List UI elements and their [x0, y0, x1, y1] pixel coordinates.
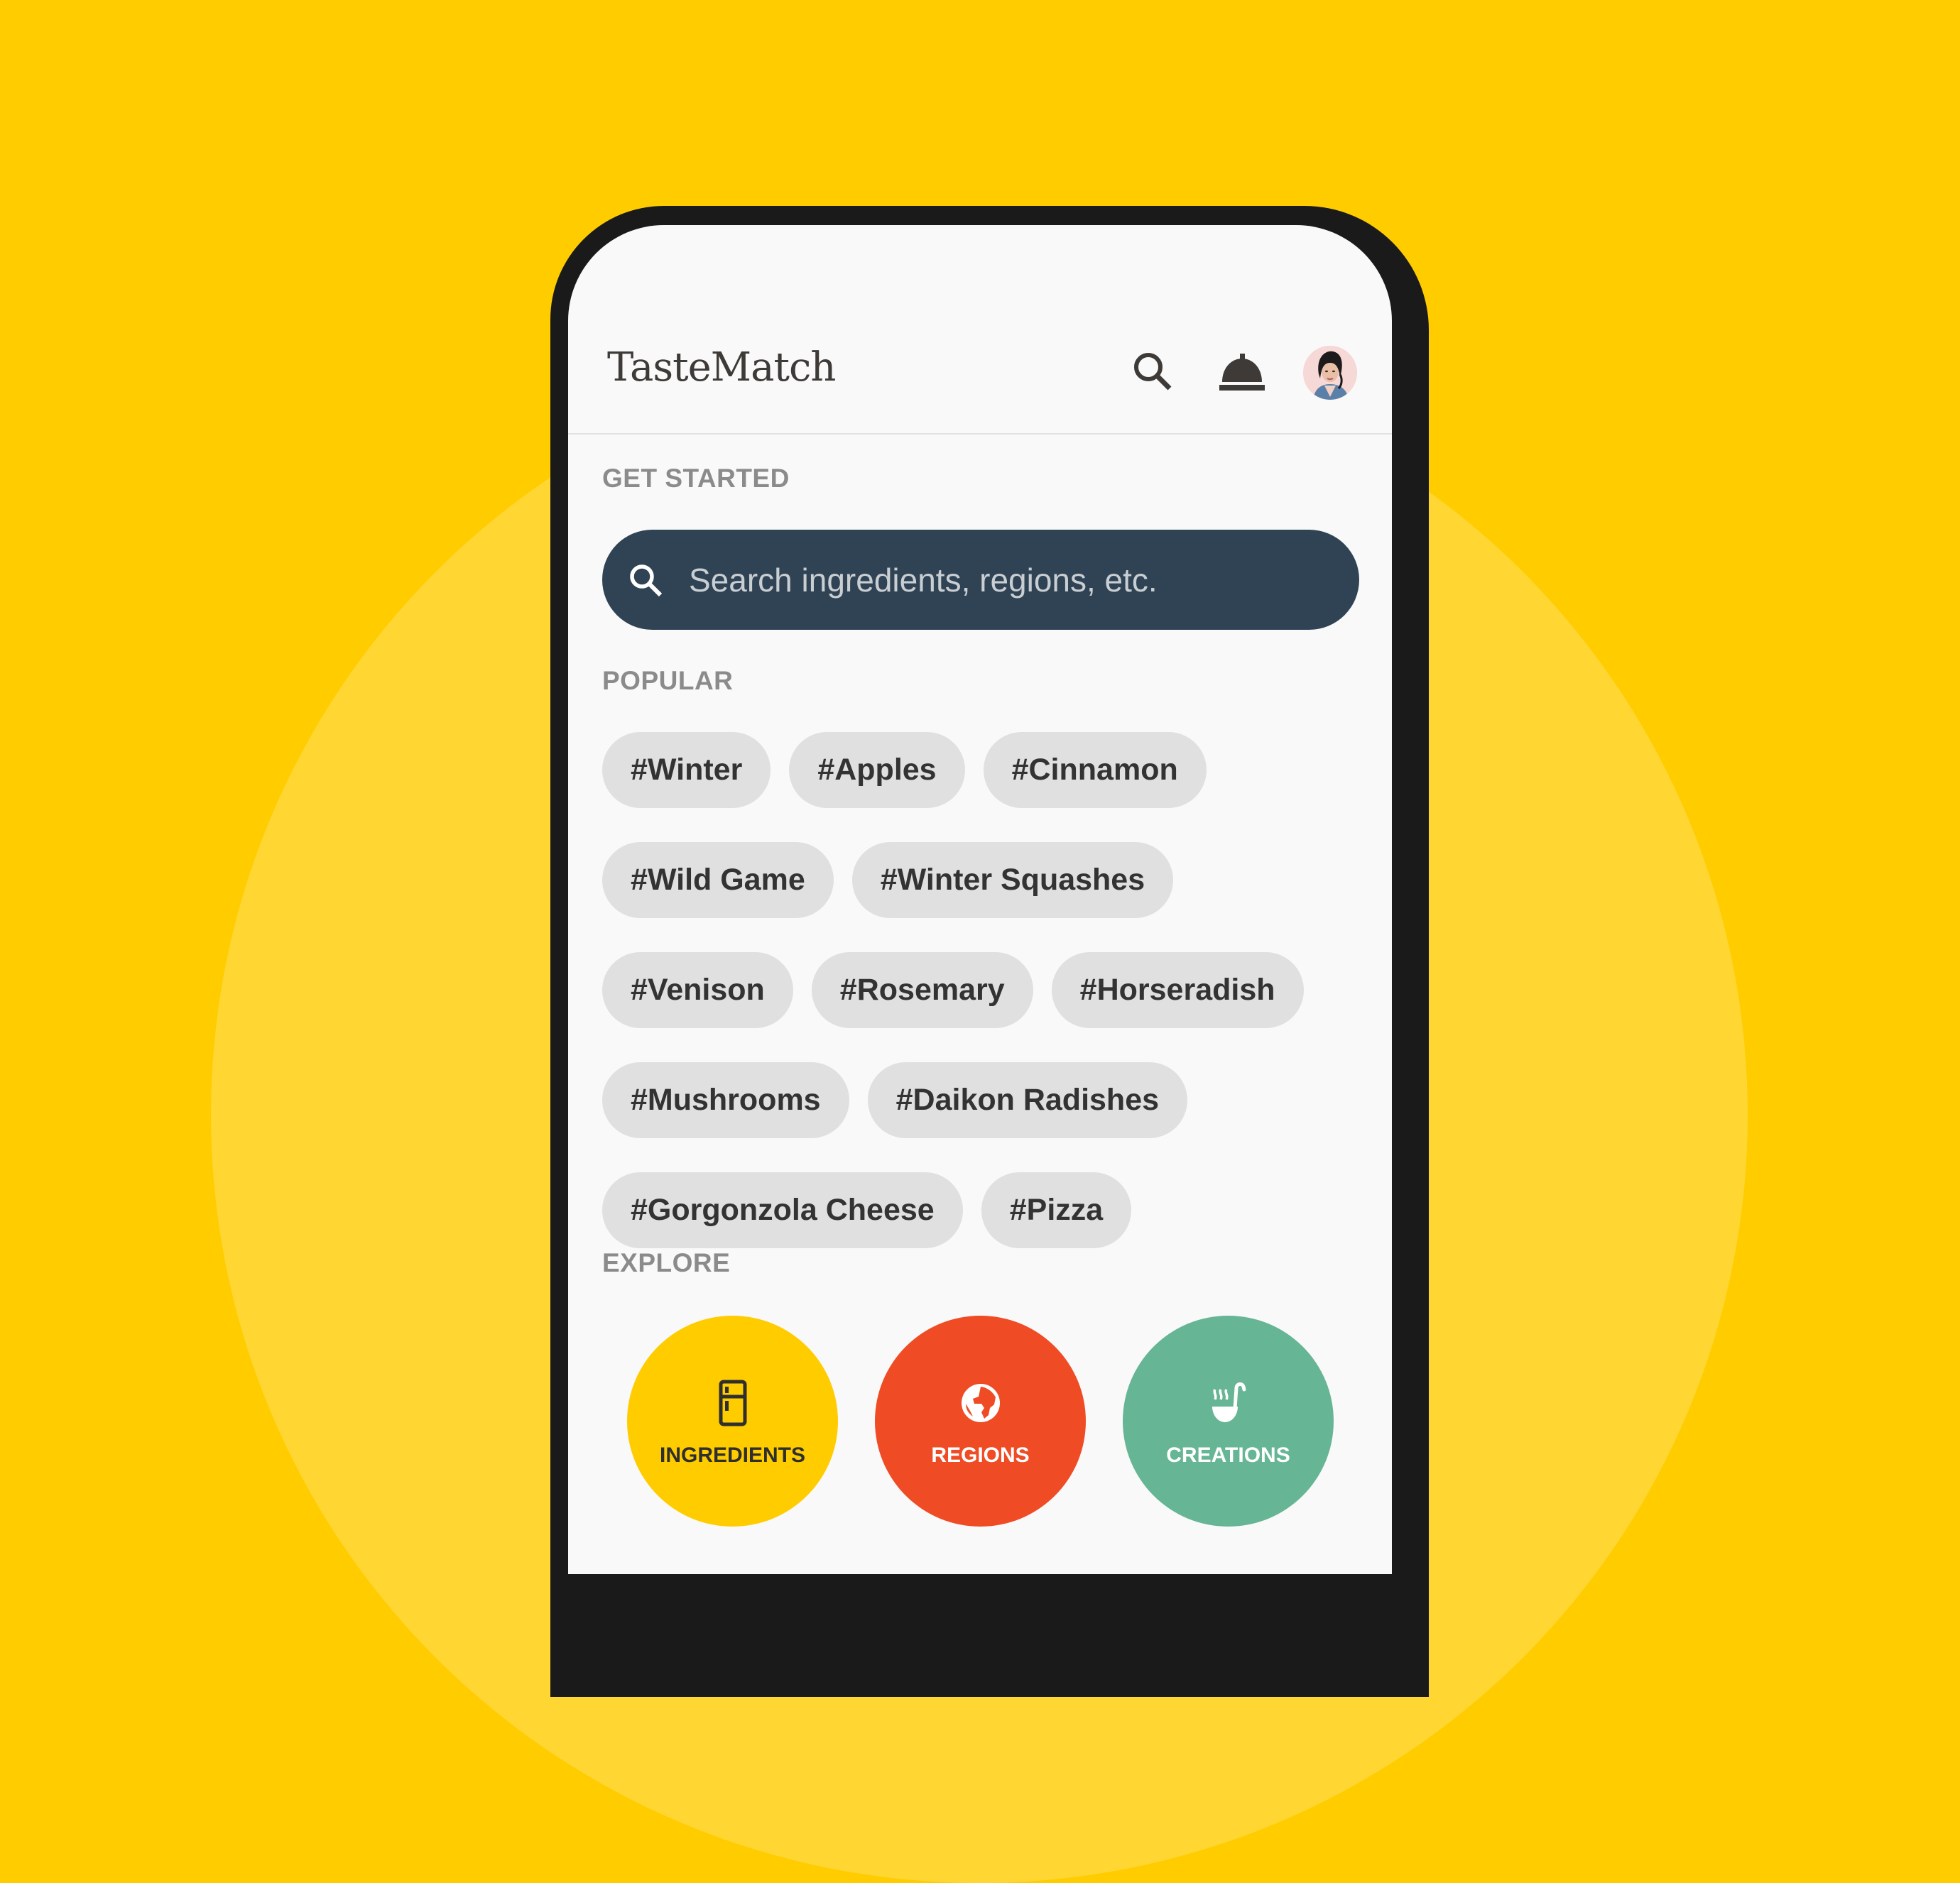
tag-chip[interactable]: #Wild Game	[602, 842, 834, 918]
search-input[interactable]	[689, 530, 1328, 630]
explore-regions-button[interactable]: REGIONS	[875, 1316, 1086, 1527]
tag-chip[interactable]: #Apples	[789, 732, 965, 808]
tag-chip[interactable]: #Gorgonzola Cheese	[602, 1172, 963, 1248]
globe-icon	[957, 1380, 1004, 1426]
tag-chip[interactable]: #Winter Squashes	[851, 842, 1174, 918]
explore-creations-button[interactable]: CREATIONS	[1123, 1316, 1334, 1527]
tag-chip[interactable]: #Daikon Radishes	[867, 1062, 1188, 1138]
search-bar[interactable]	[602, 530, 1359, 630]
explore-ingredients-button[interactable]: INGREDIENTS	[627, 1316, 838, 1527]
section-label-popular: POPULAR	[602, 666, 734, 695]
search-icon	[626, 561, 666, 601]
section-label-explore: EXPLORE	[602, 1248, 731, 1277]
popular-tags: #Winter #Apples #Cinnamon #Wild Game #Wi…	[602, 732, 1369, 1248]
tag-chip[interactable]: #Winter	[602, 732, 771, 808]
tag-chip[interactable]: #Horseradish	[1051, 952, 1304, 1028]
fridge-icon	[709, 1380, 756, 1426]
search-icon[interactable]	[1131, 349, 1176, 395]
tag-chip[interactable]: #Cinnamon	[983, 732, 1207, 808]
explore-categories: INGREDIENTS REGIONS CREATIONS	[627, 1316, 1337, 1527]
app-title: TasteMatch	[607, 344, 836, 391]
explore-label: REGIONS	[931, 1443, 1030, 1467]
tag-chip[interactable]: #Rosemary	[811, 952, 1033, 1028]
section-label-get-started: GET STARTED	[602, 464, 790, 493]
app-screen: TasteMatch GET STARTED Search ingredient…	[568, 225, 1392, 1574]
explore-label: CREATIONS	[1166, 1443, 1290, 1467]
header-divider	[568, 433, 1392, 435]
tag-chip[interactable]: #Mushrooms	[602, 1062, 849, 1138]
tag-chip[interactable]: #Pizza	[981, 1172, 1132, 1248]
tag-chip[interactable]: #Venison	[602, 952, 793, 1028]
user-avatar[interactable]	[1303, 346, 1357, 400]
explore-label: INGREDIENTS	[659, 1443, 806, 1467]
soup-ladle-icon	[1205, 1380, 1252, 1426]
room-service-bell-icon[interactable]	[1218, 349, 1266, 393]
